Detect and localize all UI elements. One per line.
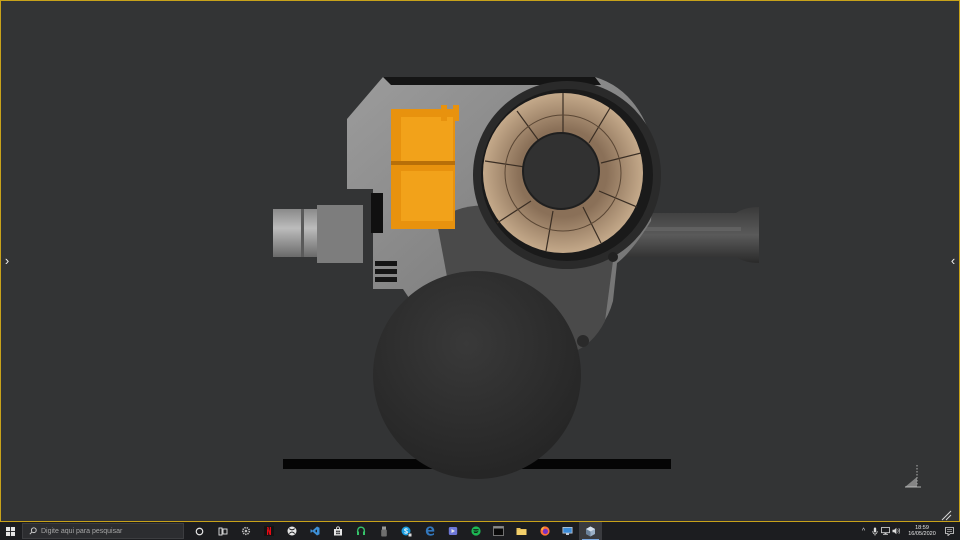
vertical-slot: [371, 193, 383, 233]
notification-center-icon[interactable]: [942, 522, 956, 540]
network-icon[interactable]: [880, 522, 891, 540]
firefox-icon[interactable]: [533, 522, 556, 540]
windows-start-icon[interactable]: [0, 522, 20, 540]
store-bag-icon[interactable]: [326, 522, 349, 540]
spotify-icon[interactable]: [464, 522, 487, 540]
3d-viewport[interactable]: › ‹: [0, 0, 960, 522]
search-placeholder: Digite aqui para pesquisar: [41, 527, 123, 535]
system-tray: ^ 18:59 16/05/2020: [858, 522, 960, 540]
remote-desktop-icon[interactable]: [556, 522, 579, 540]
volume-icon[interactable]: [891, 522, 902, 540]
tray-overflow-chevron-icon[interactable]: ^: [858, 522, 869, 540]
xbox-icon[interactable]: [280, 522, 303, 540]
orange-component: [391, 105, 459, 229]
visual-studio-icon[interactable]: [303, 522, 326, 540]
left-connector: [273, 205, 363, 263]
cortana-circle-icon[interactable]: [188, 522, 211, 540]
search-icon: [29, 527, 37, 535]
media-icon[interactable]: [441, 522, 464, 540]
vent-slots: [375, 261, 397, 282]
taskbar-clock[interactable]: 18:59 16/05/2020: [902, 525, 942, 537]
resize-grip-icon[interactable]: [940, 509, 952, 521]
clock-date: 16/05/2020: [908, 531, 936, 537]
fan-hub: [522, 132, 600, 210]
usb-icon[interactable]: [372, 522, 395, 540]
taskbar-search-input[interactable]: Digite aqui para pesquisar: [22, 523, 184, 539]
edge-icon[interactable]: [418, 522, 441, 540]
3d-viewer-icon[interactable]: [579, 522, 602, 540]
skype-icon[interactable]: [395, 522, 418, 540]
terminal-icon[interactable]: [487, 522, 510, 540]
taskbar-app-list: [188, 522, 602, 540]
cutaway-engine-model[interactable]: [1, 1, 960, 522]
folder-icon[interactable]: [510, 522, 533, 540]
microphone-icon[interactable]: [869, 522, 880, 540]
taskbar: Digite aqui para pesquisar ^ 18:59 16/05…: [0, 522, 960, 540]
wheel: [373, 271, 581, 479]
gear-icon[interactable]: [234, 522, 257, 540]
headset-icon[interactable]: [349, 522, 372, 540]
axis-gizmo-icon[interactable]: [901, 463, 925, 491]
netflix-icon[interactable]: [257, 522, 280, 540]
task-view-icon[interactable]: [211, 522, 234, 540]
